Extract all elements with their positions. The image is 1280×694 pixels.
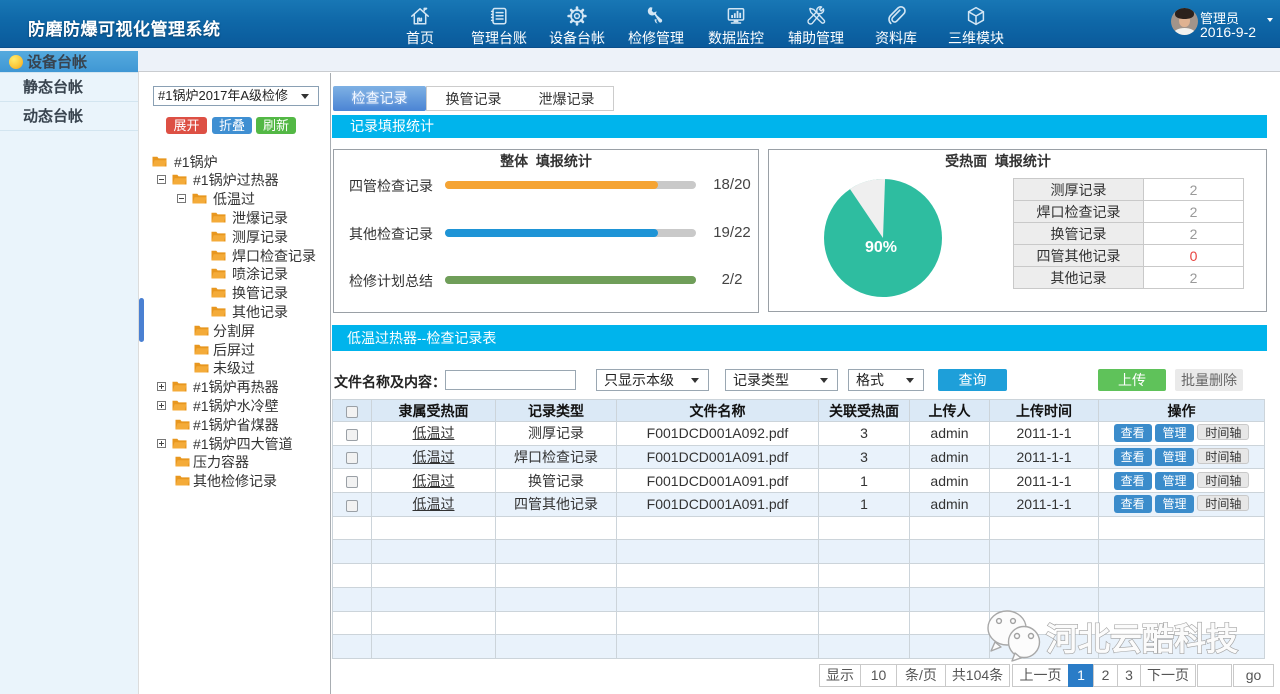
svg-text:90%: 90% bbox=[865, 239, 897, 256]
svg-text:河北云酷科技: 河北云酷科技 bbox=[1046, 621, 1238, 657]
